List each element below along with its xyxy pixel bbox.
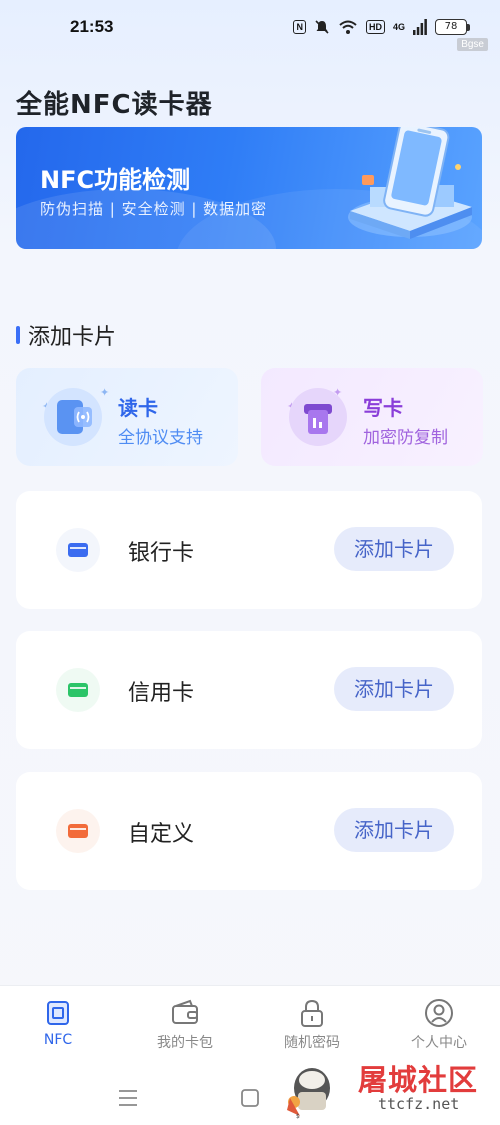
- tab-profile[interactable]: 个人中心: [389, 998, 489, 1058]
- credit-card-icon: [56, 668, 100, 712]
- section-title: 添加卡片: [28, 325, 117, 350]
- credit-card-label: 信用卡: [128, 681, 195, 706]
- bank-card-label: 银行卡: [128, 541, 195, 566]
- credit-card-row[interactable]: 信用卡 添加卡片: [16, 631, 482, 749]
- tab-nfc[interactable]: NFC: [8, 998, 108, 1058]
- user-icon: [425, 999, 453, 1027]
- battery-level: 78: [435, 19, 467, 35]
- section-accent-bar: [16, 326, 20, 344]
- bank-card-icon: [56, 528, 100, 572]
- custom-card-label: 自定义: [128, 822, 195, 847]
- wallet-icon: [172, 999, 198, 1024]
- banner-title: NFC功能检测: [40, 166, 191, 194]
- nfc-check-banner[interactable]: NFC功能检测 防伪扫描 | 安全检测 | 数据加密: [16, 127, 482, 249]
- watermark-url: ttcfz.net: [378, 1095, 460, 1113]
- mute-bell-icon: [315, 20, 329, 34]
- card-write-icon: [289, 388, 347, 446]
- custom-card-row[interactable]: 自定义 添加卡片: [16, 772, 482, 890]
- network-type: 4G: [392, 21, 405, 32]
- nfc-read-icon: [44, 388, 102, 446]
- bank-card-row[interactable]: 银行卡 添加卡片: [16, 491, 482, 609]
- nfc-tab-icon: [47, 1001, 69, 1025]
- page-title: 全能NFC读卡器: [16, 90, 213, 120]
- corner-tag: Bgse: [457, 38, 488, 51]
- read-card-title: 读卡: [118, 396, 158, 420]
- section-header: 添加卡片: [16, 319, 116, 351]
- svg-text:$: $: [296, 1113, 300, 1120]
- write-card-button[interactable]: ✦ ✦ 写卡 加密防复制: [261, 368, 483, 466]
- status-time: 21:53: [70, 17, 114, 36]
- tab-wallet[interactable]: 我的卡包: [135, 998, 235, 1058]
- add-bank-card-button[interactable]: 添加卡片: [334, 527, 454, 571]
- read-card-button[interactable]: ✦ ✦ 读卡 全协议支持: [16, 368, 238, 466]
- menu-icon[interactable]: [116, 1086, 140, 1110]
- status-icons: N HD 4G 78: [293, 17, 470, 37]
- tab-random-password[interactable]: 随机密码: [262, 998, 362, 1058]
- banner-subtitle: 防伪扫描 | 安全检测 | 数据加密: [40, 200, 268, 218]
- nfc-status-icon: N: [293, 20, 306, 34]
- add-custom-card-button[interactable]: 添加卡片: [334, 808, 454, 852]
- watermark-name: 屠城社区: [358, 1063, 479, 1097]
- add-credit-card-button[interactable]: 添加卡片: [334, 667, 454, 711]
- tab-random-password-label: 随机密码: [284, 1035, 340, 1051]
- battery-icon: 78: [435, 19, 470, 35]
- write-card-title: 写卡: [363, 396, 403, 420]
- tab-nfc-label: NFC: [43, 1032, 73, 1048]
- lock-icon: [301, 999, 323, 1027]
- hd-badge: HD: [365, 20, 385, 34]
- read-card-subtitle: 全协议支持: [118, 428, 203, 448]
- custom-card-icon: [56, 809, 100, 853]
- tab-wallet-label: 我的卡包: [157, 1035, 213, 1051]
- signal-icon: [413, 19, 427, 35]
- tab-profile-label: 个人中心: [411, 1035, 467, 1051]
- home-icon[interactable]: [238, 1086, 262, 1110]
- wifi-icon: [339, 20, 357, 34]
- write-card-subtitle: 加密防复制: [363, 428, 448, 448]
- phone-illustration-icon: [348, 127, 472, 239]
- status-bar: 21:53 N HD 4G 78 Bgse: [0, 0, 500, 56]
